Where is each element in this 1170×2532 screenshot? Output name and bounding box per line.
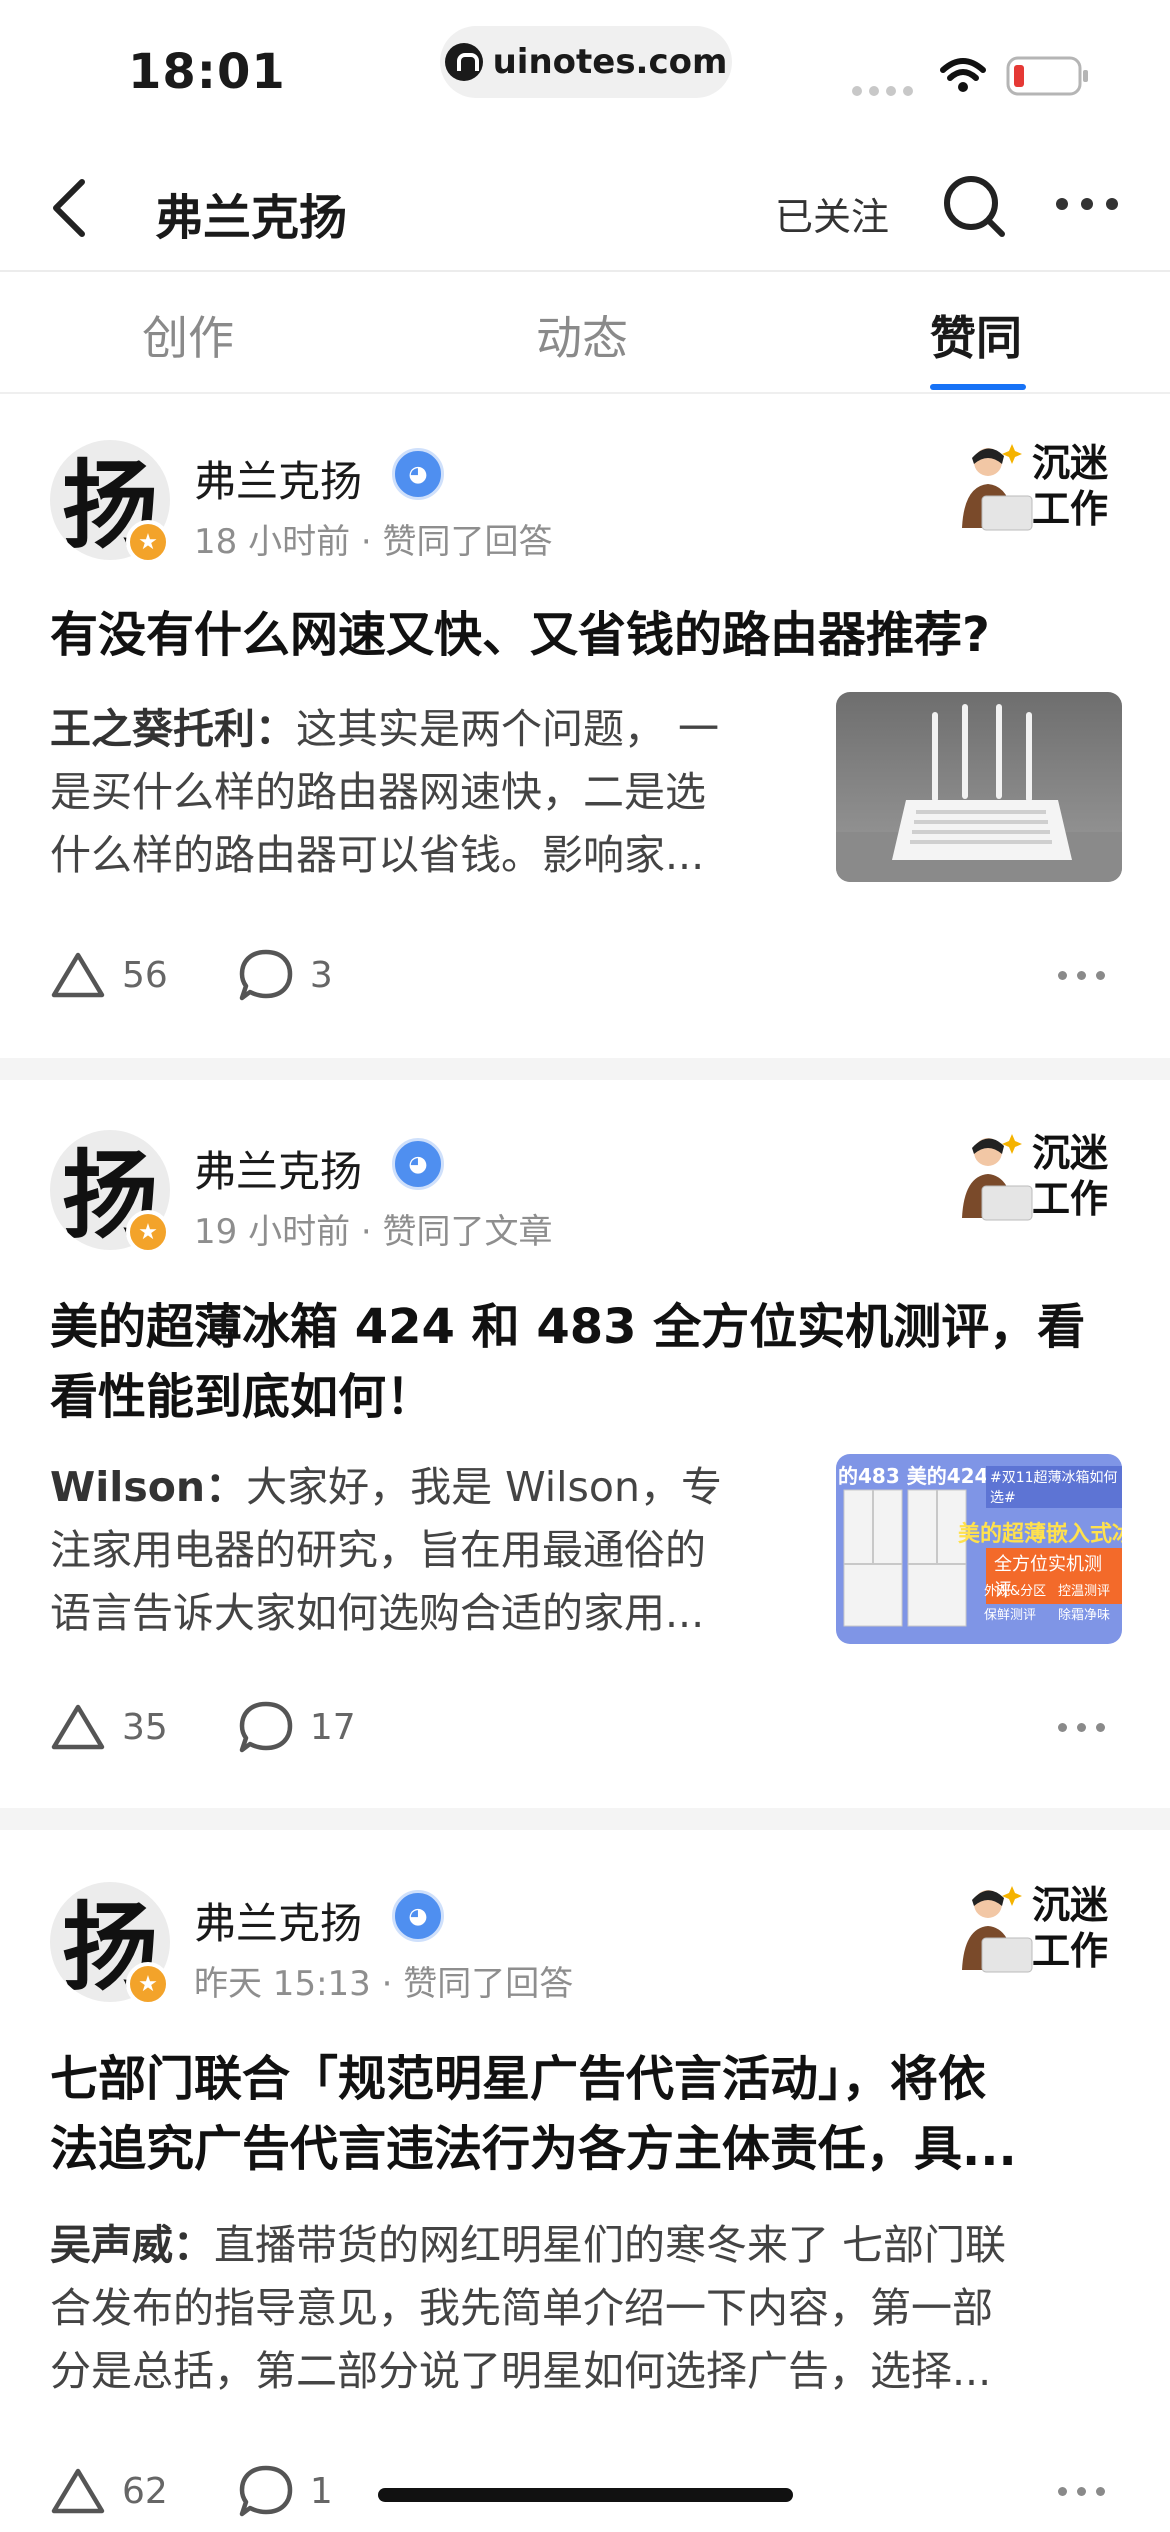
fridge-review-thumbnail[interactable]: 的483 美的424 #双11超薄冰箱如何选# 美的超薄嵌入式冰 全方位实机测评… xyxy=(836,1454,1122,1644)
card-separator xyxy=(0,1058,1170,1080)
router-thumbnail[interactable] xyxy=(836,692,1122,882)
post-title[interactable]: 美的超薄冰箱 424 和 483 全方位实机测评，看 看性能到底如何！ xyxy=(50,1292,1120,1432)
active-tab-indicator xyxy=(930,384,1026,390)
page-title: 弗兰克扬 xyxy=(155,190,348,246)
member-badge-icon: ◕ xyxy=(392,1138,444,1190)
wifi-icon xyxy=(940,58,986,92)
comment-icon xyxy=(239,1701,293,1753)
upvote-icon xyxy=(51,952,105,998)
upvote-button[interactable]: 62 xyxy=(50,2466,168,2516)
action-row: 56 3 xyxy=(50,940,333,1010)
author-name[interactable]: 弗兰克扬 xyxy=(194,1138,362,1199)
comment-icon xyxy=(239,2465,293,2517)
card-more-icon[interactable] xyxy=(1058,2476,1114,2506)
action-row: 35 17 xyxy=(50,1692,356,1762)
member-badge-icon: ◕ xyxy=(392,448,444,500)
person-laptop-icon xyxy=(962,1886,1033,1973)
author-name[interactable]: 弗兰克扬 xyxy=(194,1890,362,1951)
author-name[interactable]: 弗兰克扬 xyxy=(194,448,362,509)
follow-button[interactable]: 已关注 xyxy=(775,186,889,241)
lock-icon xyxy=(444,43,483,81)
card-more-icon[interactable] xyxy=(1058,1712,1114,1742)
promo-sticker: 沉迷 工作 xyxy=(948,440,1118,540)
activity-meta: 18 小时前 · 赞同了回答 xyxy=(194,522,553,562)
header-divider xyxy=(0,270,1170,272)
promo-sticker: 沉迷 工作 xyxy=(948,1130,1118,1230)
comment-button[interactable]: 3 xyxy=(238,948,333,1002)
card-separator xyxy=(0,1808,1170,1830)
verified-badge-icon: ★ xyxy=(126,1962,170,2006)
upvote-icon xyxy=(51,2468,105,2514)
upvote-button[interactable]: 35 xyxy=(50,1702,168,1752)
home-indicator[interactable] xyxy=(378,2488,793,2502)
action-row: 62 1 xyxy=(50,2456,333,2526)
status-time: 18:01 xyxy=(128,44,286,100)
post-title[interactable]: 有没有什么网速又快、又省钱的路由器推荐? xyxy=(50,600,1120,670)
verified-badge-icon: ★ xyxy=(126,1210,170,1254)
activity-meta: 19 小时前 · 赞同了文章 xyxy=(194,1212,553,1252)
more-icon[interactable] xyxy=(1052,184,1122,224)
upvote-button[interactable]: 56 xyxy=(50,950,168,1000)
promo-sticker: 沉迷 工作 xyxy=(948,1882,1118,1982)
post-excerpt[interactable]: Wilson：大家好，我是 Wilson，专 注家用电器的研究，旨在用最通俗的 … xyxy=(50,1456,810,1645)
post-excerpt[interactable]: 吴声威：直播带货的网红明星们的寒冬来了 七部门联 合发布的指导意见，我先简单介绍… xyxy=(50,2214,1130,2403)
person-laptop-icon xyxy=(962,1134,1033,1221)
tab-upvoted[interactable]: 赞同 xyxy=(930,302,1022,368)
verified-badge-icon: ★ xyxy=(126,520,170,564)
battery-icon xyxy=(1006,56,1088,96)
url-pill[interactable]: uinotes.com xyxy=(440,26,732,98)
cellular-signal-icon xyxy=(852,86,913,96)
upvote-icon xyxy=(51,1704,105,1750)
back-icon[interactable] xyxy=(40,168,110,248)
activity-meta: 昨天 15:13 · 赞同了回答 xyxy=(194,1964,574,2004)
tab-creation[interactable]: 创作 xyxy=(142,302,234,368)
search-icon[interactable] xyxy=(940,172,1010,242)
card-more-icon[interactable] xyxy=(1058,960,1114,990)
url-text: uinotes.com xyxy=(492,42,728,82)
tabs-divider xyxy=(0,392,1170,394)
comment-button[interactable]: 17 xyxy=(238,1700,356,1754)
tab-activity[interactable]: 动态 xyxy=(536,302,628,368)
comment-button[interactable]: 1 xyxy=(238,2464,333,2518)
member-badge-icon: ◕ xyxy=(392,1890,444,1942)
person-laptop-icon xyxy=(962,444,1033,531)
comment-icon xyxy=(239,949,293,1001)
post-excerpt[interactable]: 王之葵托利：这其实是两个问题， 一 是买什么样的路由器网速快，二是选 什么样的路… xyxy=(50,698,810,887)
post-title[interactable]: 七部门联合「规范明星广告代言活动」，将依 法追究广告代言违法行为各方主体责任，具… xyxy=(50,2044,1120,2184)
